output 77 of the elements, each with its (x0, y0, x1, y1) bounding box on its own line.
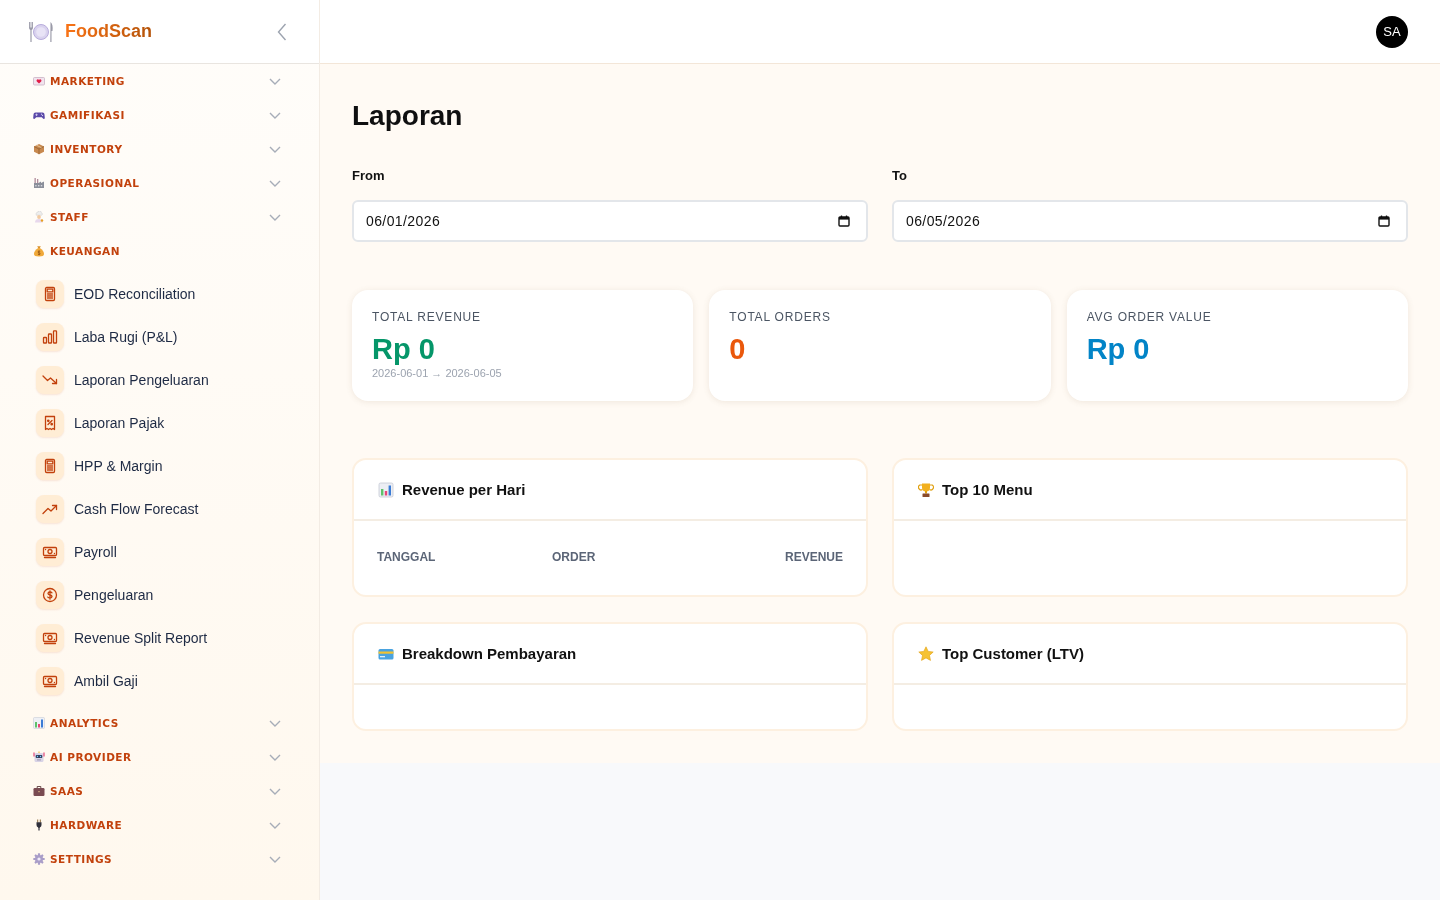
chevron-down-icon (269, 787, 281, 795)
chevron-down-icon (269, 145, 281, 153)
nav-section-header[interactable]: OPERASIONAL (33, 166, 281, 200)
nav-item[interactable]: HPP & Margin (36, 444, 281, 487)
star-icon (918, 645, 934, 662)
plate-cutlery-icon (28, 20, 54, 43)
stat-note: 2026-06-01 → 2026-06-05 (372, 366, 503, 380)
column-header: REVENUE (785, 549, 843, 565)
column-header: ORDER (552, 549, 596, 565)
calculator-icon (36, 279, 64, 308)
chevron-down-icon (269, 213, 281, 221)
trending-up-icon (36, 494, 64, 523)
stat-value: Rp 0 (1086, 332, 1151, 366)
money-bag-icon (33, 245, 45, 257)
chevron-down-icon (269, 821, 281, 829)
banknote-icon (36, 666, 64, 695)
nav-item[interactable]: Payroll (36, 530, 281, 573)
nav-item[interactable]: Laporan Pengeluaran (36, 358, 281, 401)
heart-envelope-icon (33, 75, 45, 87)
nav-section-header[interactable]: INVENTORY (33, 132, 281, 166)
page-title: Laporan (352, 99, 464, 133)
package-icon (33, 143, 45, 155)
user-avatar[interactable]: SA (1376, 15, 1408, 48)
chevron-down-icon (269, 719, 281, 727)
dollar-coin-icon (36, 580, 64, 609)
gear-icon (33, 853, 45, 865)
chevron-down-icon (269, 179, 281, 187)
field-label: From (352, 168, 385, 184)
banknote-icon (36, 537, 64, 566)
stat-label: TOTAL REVENUE (372, 310, 482, 324)
panel-title: Breakdown Pembayaran (402, 645, 577, 662)
chevron-left-icon (277, 22, 287, 41)
nav-section-header[interactable]: AI PROVIDER (33, 740, 281, 774)
stat-label: TOTAL ORDERS (729, 310, 832, 324)
stat-value: Rp 0 (372, 332, 436, 366)
factory-icon (33, 177, 45, 189)
nav-item[interactable]: Pengeluaran (36, 573, 281, 616)
stat-value: 0 (729, 332, 747, 366)
date-input[interactable]: 06/05/2026 (892, 200, 1408, 242)
field-label: To (892, 168, 907, 184)
nav-section-header[interactable]: STAFF (33, 200, 281, 234)
nav-item[interactable]: Ambil Gaji (36, 659, 281, 702)
bar-chart-icon (378, 481, 394, 498)
panel-title: Top Customer (LTV) (942, 645, 1084, 662)
nav-item[interactable]: EOD Reconciliation (36, 272, 281, 315)
chevron-down-icon (269, 111, 281, 119)
calendar-icon[interactable] (1378, 215, 1390, 227)
calendar-icon[interactable] (838, 215, 850, 227)
robot-icon (33, 751, 45, 763)
banknote-icon (36, 623, 64, 652)
bar-chart-icon (33, 717, 45, 729)
column-header: TANGGAL (377, 549, 436, 565)
trophy-icon (918, 481, 934, 498)
cook-icon (33, 211, 45, 223)
nav-item[interactable]: Cash Flow Forecast (36, 487, 281, 530)
nav-section-header[interactable]: ANALYTICS (33, 706, 281, 740)
panel-title: Top 10 Menu (942, 481, 1033, 498)
nav-section-header[interactable]: MARKETING (33, 64, 281, 98)
nav-section-header[interactable]: SETTINGS (33, 842, 281, 876)
stat-label: AVG ORDER VALUE (1086, 310, 1213, 324)
briefcase-icon (33, 785, 45, 797)
receipt-icon (36, 408, 64, 437)
chevron-down-icon (269, 77, 281, 85)
bar-chart-icon (36, 322, 64, 351)
nav-section-header[interactable]: HARDWARE (33, 808, 281, 842)
chevron-down-icon (269, 753, 281, 761)
nav-section-header[interactable]: KEUANGAN (33, 234, 281, 268)
nav-item[interactable]: Revenue Split Report (36, 616, 281, 659)
nav-item[interactable]: Laporan Pajak (36, 401, 281, 444)
nav-section-header[interactable]: SAAS (33, 774, 281, 808)
chevron-down-icon (269, 855, 281, 863)
nav-item[interactable]: Laba Rugi (P&L) (36, 315, 281, 358)
nav-section-header[interactable]: GAMIFIKASI (33, 98, 281, 132)
trending-down-icon (36, 365, 64, 394)
panel-title: Revenue per Hari (402, 481, 526, 498)
date-input[interactable]: 06/01/2026 (352, 200, 868, 242)
calculator-icon (36, 451, 64, 480)
